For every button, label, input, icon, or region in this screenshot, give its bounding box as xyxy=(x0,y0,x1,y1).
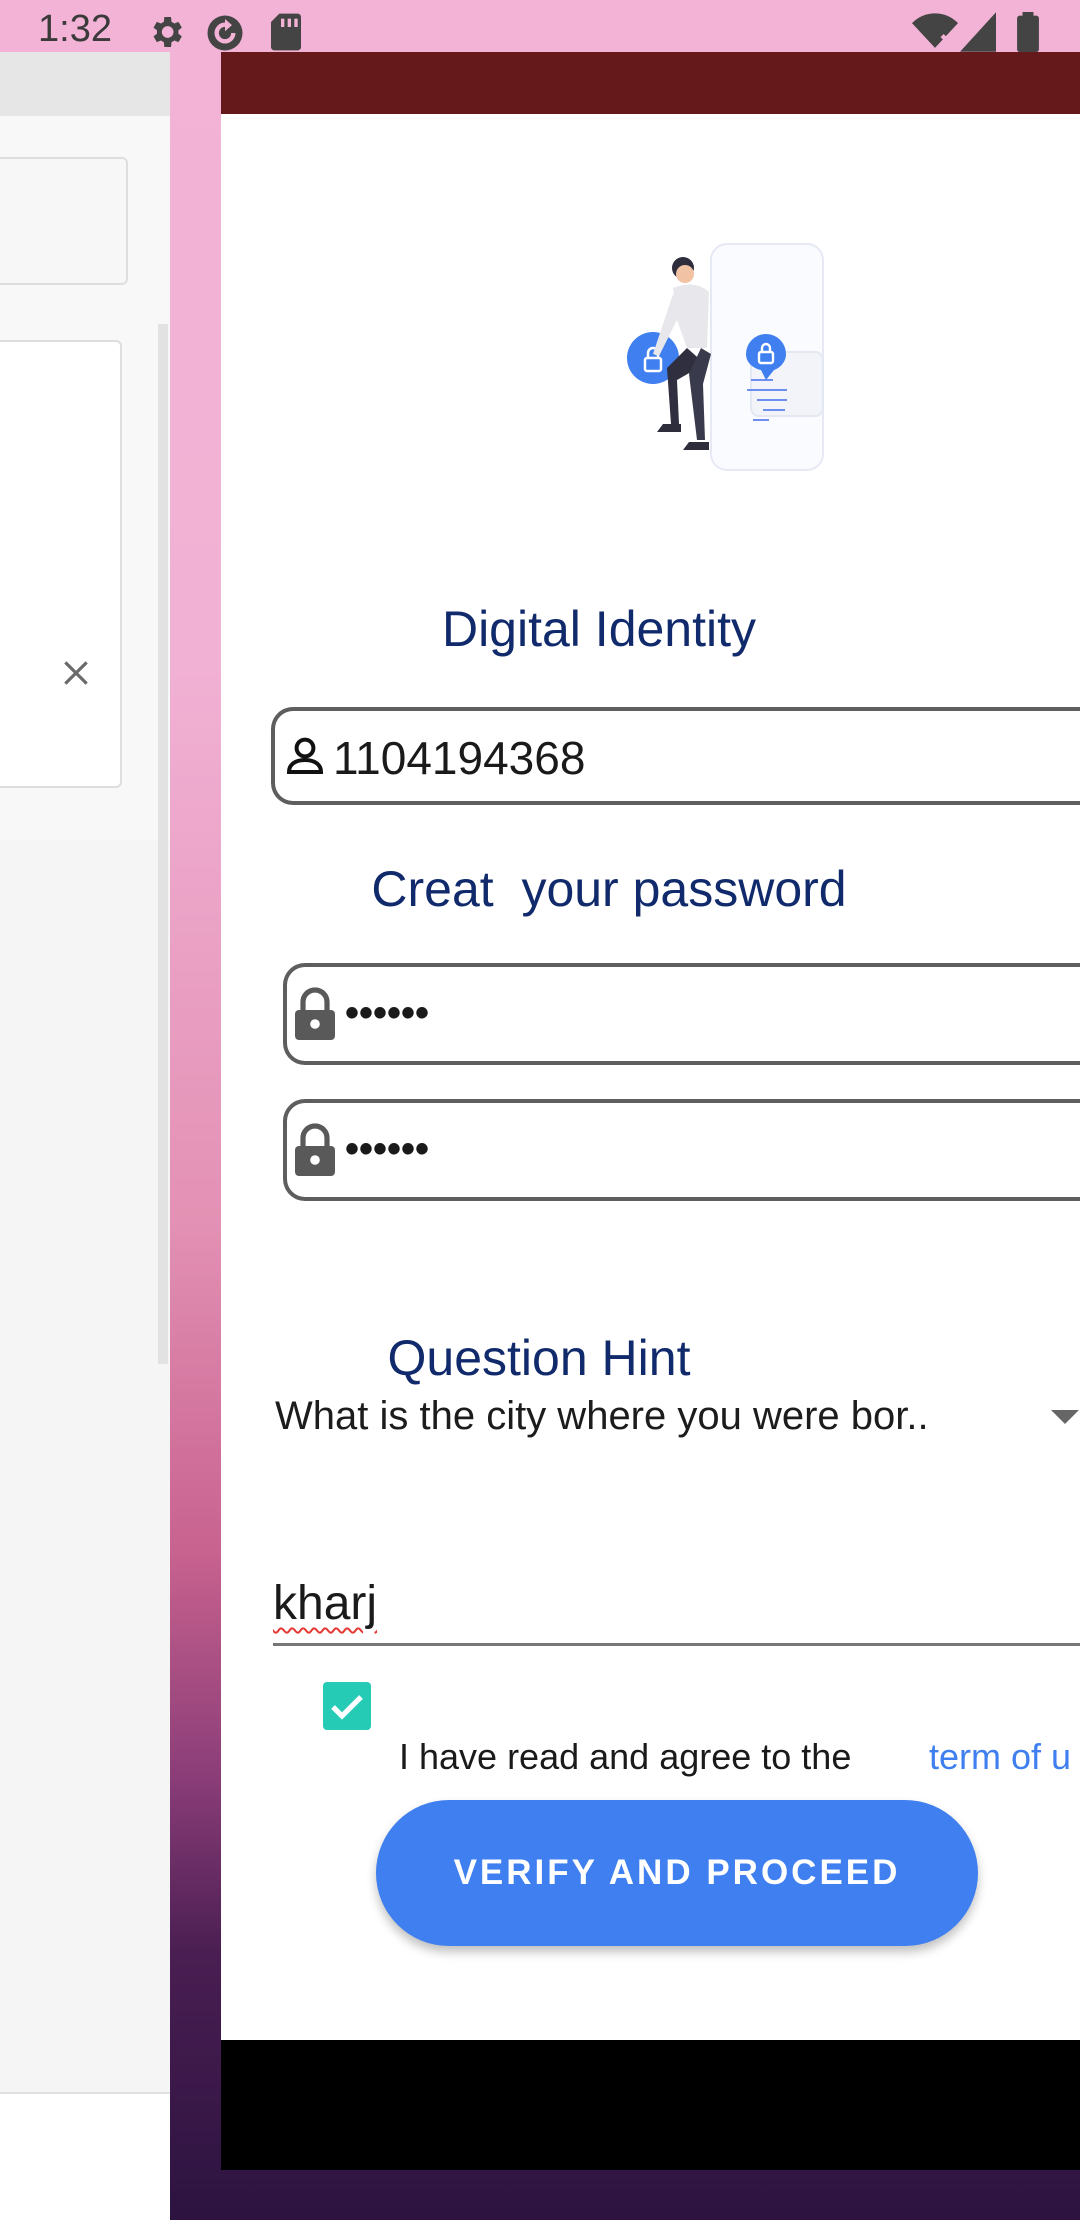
question-dropdown[interactable]: What is the city where you were bor.. xyxy=(273,1380,1079,1460)
background-app[interactable] xyxy=(0,52,170,2220)
background-panel xyxy=(0,840,170,2092)
answer-input[interactable]: kharj xyxy=(273,1562,1080,1646)
navigation-bar xyxy=(221,2040,1080,2170)
background-toolbar xyxy=(0,52,170,116)
person-icon xyxy=(281,732,329,785)
question-selected: What is the city where you were bor.. xyxy=(275,1394,929,1438)
agree-text: I have read and agree to the xyxy=(399,1736,852,1777)
registration-window: Digital Identity 1104194368 Creat your p… xyxy=(221,52,1080,2170)
background-dialog[interactable] xyxy=(0,340,122,788)
close-icon[interactable] xyxy=(60,657,92,694)
question-hint-title: Question Hint xyxy=(387,1330,691,1386)
lock-icon xyxy=(291,1122,339,1183)
chevron-down-icon[interactable] xyxy=(1051,1410,1079,1431)
verify-and-proceed-button[interactable]: VERIFY AND PROCEED xyxy=(376,1800,978,1946)
id-number-value: 1104194368 xyxy=(333,732,586,784)
app-top-bar xyxy=(221,52,1080,114)
confirm-password-field[interactable]: •••••• xyxy=(283,1099,1080,1201)
password-field[interactable]: •••••• xyxy=(283,963,1080,1065)
check-icon xyxy=(331,1695,363,1720)
gear-icon xyxy=(146,12,186,57)
password-title: Creat your password xyxy=(371,861,847,917)
password-value: •••••• xyxy=(345,991,430,1035)
terms-link[interactable]: term of u xyxy=(929,1736,1071,1778)
background-bottom-bar xyxy=(0,2092,170,2220)
digital-identity-title: Digital Identity xyxy=(441,601,757,657)
answer-value: kharj xyxy=(273,1577,378,1630)
background-scrollbar[interactable] xyxy=(158,324,168,1364)
confirm-password-value: •••••• xyxy=(345,1127,430,1171)
security-illustration xyxy=(601,234,861,529)
status-time: 1:32 xyxy=(38,8,112,50)
battery-icon xyxy=(1016,12,1040,57)
background-card[interactable] xyxy=(0,157,128,285)
lock-icon xyxy=(291,986,339,1047)
sd-card-icon xyxy=(268,12,304,57)
signal-icon xyxy=(960,12,996,57)
wifi-off-icon xyxy=(912,12,958,57)
agree-checkbox[interactable] xyxy=(323,1682,371,1730)
id-number-field[interactable]: 1104194368 xyxy=(271,707,1080,805)
